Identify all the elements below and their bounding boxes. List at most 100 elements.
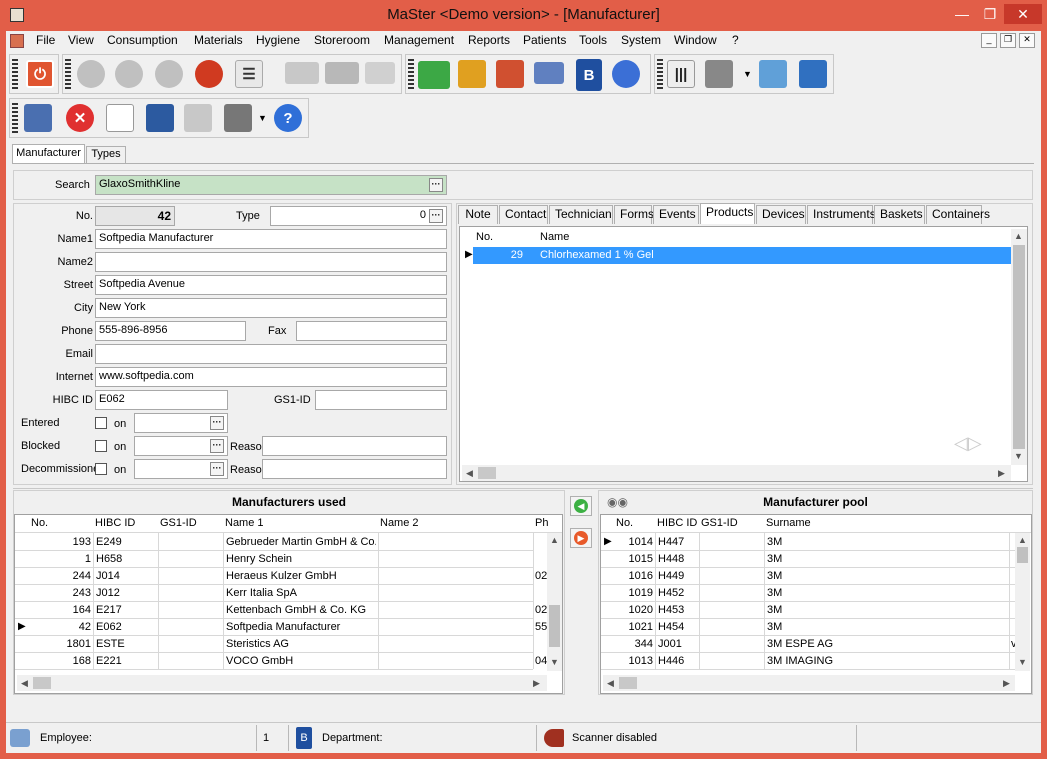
- scroll-left-icon[interactable]: ◀: [21, 678, 28, 689]
- used-hscroll[interactable]: ◀ ▶: [17, 675, 547, 691]
- table-row[interactable]: 193 E249 Gebrueder Martin GmbH & Co. K: [15, 534, 533, 551]
- splitter[interactable]: [13, 488, 1033, 489]
- help-icon[interactable]: ?: [274, 104, 302, 132]
- pool-vscroll-thumb[interactable]: [1017, 547, 1028, 563]
- tab-events[interactable]: Events: [653, 205, 699, 224]
- scroll-down-icon[interactable]: ▼: [1018, 657, 1027, 667]
- scroll-left-icon[interactable]: ◀: [607, 678, 614, 689]
- tab-forms[interactable]: Forms: [614, 205, 654, 224]
- scanner-dropdown-icon[interactable]: ▼: [743, 69, 752, 79]
- tab-products[interactable]: Products: [700, 203, 755, 224]
- tab-manufacturer[interactable]: Manufacturer: [12, 144, 85, 163]
- name2-field[interactable]: [95, 252, 447, 272]
- tab-devices[interactable]: Devices: [756, 205, 806, 224]
- new-document-icon[interactable]: [106, 104, 134, 132]
- table-row[interactable]: 1015 H448 3M: [601, 551, 1015, 568]
- products-hscroll[interactable]: ◀ ▶: [462, 465, 1011, 481]
- menu-help[interactable]: ?: [732, 33, 739, 47]
- factory-icon[interactable]: [496, 60, 524, 88]
- mdi-restore-icon[interactable]: ❐: [1000, 33, 1016, 48]
- blocked-date-more-icon[interactable]: ···: [210, 439, 224, 453]
- table-row[interactable]: 1013 H446 3M IMAGING: [601, 653, 1015, 670]
- table-row[interactable]: 1 H658 Henry Schein: [15, 551, 533, 568]
- internet-field[interactable]: www.softpedia.com: [95, 367, 447, 387]
- instrument-tray-icon[interactable]: [325, 62, 359, 84]
- storeroom-icon[interactable]: B: [576, 59, 602, 91]
- gs1-field[interactable]: [315, 390, 447, 410]
- menu-hygiene[interactable]: Hygiene: [256, 33, 300, 47]
- save-icon[interactable]: [146, 104, 174, 132]
- type-field[interactable]: 0: [270, 206, 447, 226]
- award-gray-icon[interactable]: [115, 60, 143, 88]
- table-row[interactable]: 1801 ESTE Steristics AG: [15, 636, 533, 653]
- pool-hscroll-thumb[interactable]: [619, 677, 637, 689]
- type-more-icon[interactable]: ···: [429, 209, 443, 223]
- pool-hscroll[interactable]: ◀ ▶: [603, 675, 1015, 691]
- blocked-checkbox[interactable]: [95, 440, 107, 452]
- split-arrows-icon[interactable]: ◁▷: [954, 433, 982, 454]
- document-icon[interactable]: [10, 34, 24, 48]
- close-icon[interactable]: ✕: [1004, 4, 1042, 24]
- table-row[interactable]: 1019 H452 3M: [601, 585, 1015, 602]
- menu-consumption[interactable]: Consumption: [107, 33, 178, 47]
- menu-view[interactable]: View: [68, 33, 94, 47]
- street-field[interactable]: Softpedia Avenue: [95, 275, 447, 295]
- table-row[interactable]: 243 J012 Kerr Italia SpA: [15, 585, 533, 602]
- blocked-reason-field[interactable]: [262, 436, 447, 456]
- minimize-icon[interactable]: —: [948, 4, 976, 24]
- search-input[interactable]: GlaxoSmithKline: [95, 175, 447, 195]
- menu-management[interactable]: Management: [384, 33, 454, 47]
- table-row[interactable]: 1014 H447 3M ▶: [601, 534, 1015, 551]
- phone-field[interactable]: 555-896-8956: [95, 321, 246, 341]
- scroll-right-icon[interactable]: ▶: [998, 468, 1005, 479]
- award-red-icon[interactable]: [195, 60, 223, 88]
- scroll-down-icon[interactable]: ▼: [550, 657, 559, 667]
- mdi-close-icon[interactable]: ✕: [1019, 33, 1035, 48]
- tab-containers[interactable]: Containers: [926, 205, 990, 224]
- table-row[interactable]: 164 E217 Kettenbach GmbH & Co. KG 02: [15, 602, 547, 619]
- hibc-field[interactable]: E062: [95, 390, 228, 410]
- materials-icon[interactable]: [418, 61, 450, 89]
- scroll-up-icon[interactable]: ▲: [550, 535, 559, 545]
- tab-types[interactable]: Types: [86, 146, 126, 163]
- pool-vscroll[interactable]: ▲ ▼: [1015, 533, 1030, 671]
- box-icon[interactable]: [458, 60, 486, 88]
- menu-window[interactable]: Window: [674, 33, 717, 47]
- menu-tools[interactable]: Tools: [579, 33, 607, 47]
- entered-checkbox[interactable]: [95, 417, 107, 429]
- menu-system[interactable]: System: [621, 33, 661, 47]
- delete-icon[interactable]: ✕: [66, 104, 94, 132]
- products-vscroll[interactable]: ▲ ▼: [1011, 229, 1027, 465]
- decommissioned-reason-field[interactable]: [262, 459, 447, 479]
- scroll-right-icon[interactable]: ▶: [533, 678, 540, 689]
- table-row[interactable]: 344 J001 3M ESPE AG v: [601, 636, 1017, 653]
- used-hscroll-thumb[interactable]: [33, 677, 51, 689]
- tab-contact[interactable]: Contact: [499, 205, 548, 224]
- scroll-up-icon[interactable]: ▲: [1018, 535, 1027, 545]
- search-more-icon[interactable]: ···: [429, 178, 443, 192]
- menu-storeroom[interactable]: Storeroom: [314, 33, 370, 47]
- user-info-icon[interactable]: [799, 60, 827, 88]
- table-row[interactable]: 168 E221 VOCO GmbH 04: [15, 653, 547, 670]
- award-gray-icon[interactable]: [77, 60, 105, 88]
- entered-date-more-icon[interactable]: ···: [210, 416, 224, 430]
- open-icon[interactable]: [24, 104, 52, 132]
- maximize-icon[interactable]: ❐: [976, 4, 1004, 24]
- decommissioned-date-more-icon[interactable]: ···: [210, 462, 224, 476]
- tray-icon[interactable]: [285, 62, 319, 84]
- barcode-icon[interactable]: |||: [667, 60, 695, 88]
- chart-pie-icon[interactable]: [612, 60, 640, 88]
- scroll-left-icon[interactable]: ◀: [466, 468, 473, 479]
- name1-field[interactable]: Softpedia Manufacturer: [95, 229, 447, 249]
- scroll-up-icon[interactable]: ▲: [1014, 231, 1023, 241]
- move-right-button[interactable]: ▶: [570, 528, 592, 548]
- scanner-icon[interactable]: [705, 60, 733, 88]
- menu-materials[interactable]: Materials: [194, 33, 243, 47]
- award-gray-icon[interactable]: [155, 60, 183, 88]
- table-row[interactable]: 1021 H454 3M: [601, 619, 1015, 636]
- scroll-right-icon[interactable]: ▶: [1003, 678, 1010, 689]
- certificate-icon[interactable]: ☰: [235, 60, 263, 88]
- product-row[interactable]: 29 Chlorhexamed 1 % Gel: [473, 247, 1011, 264]
- mdi-minimize-icon[interactable]: _: [981, 33, 997, 48]
- used-vscroll-thumb[interactable]: [549, 605, 560, 647]
